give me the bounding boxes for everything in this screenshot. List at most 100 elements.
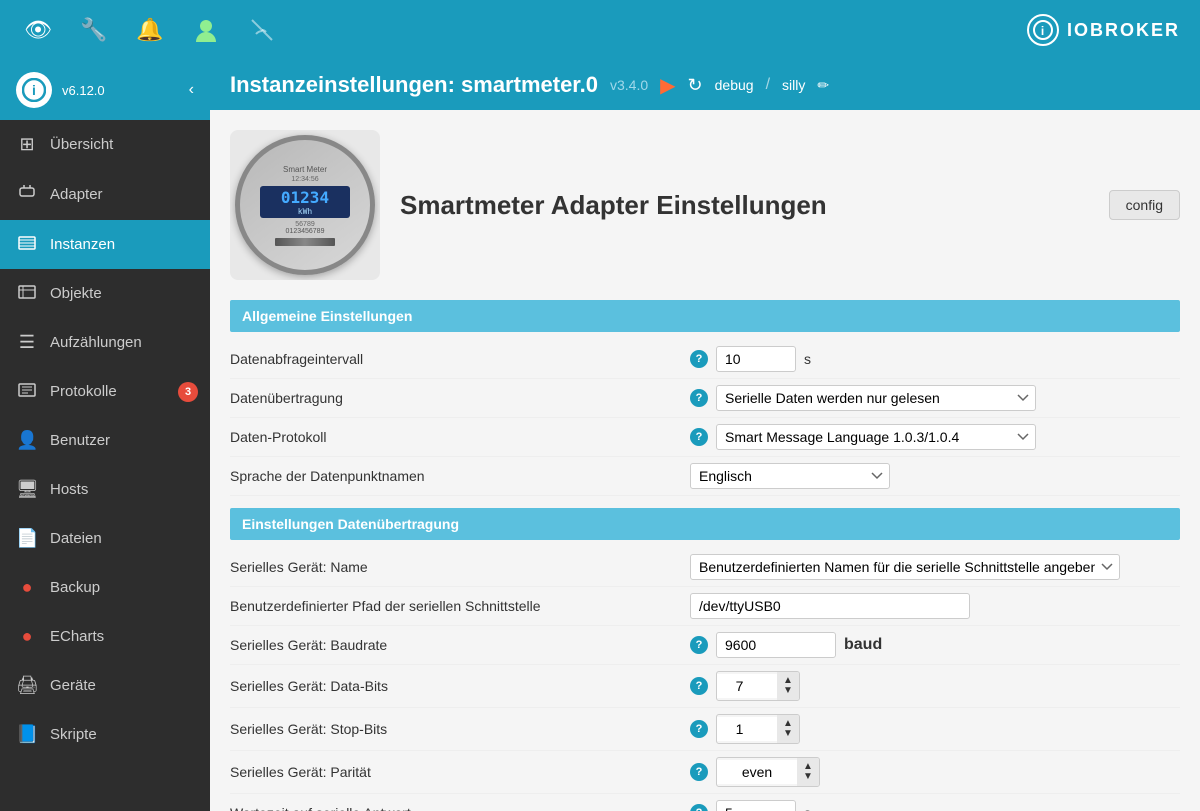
sidebar-item-instanzen[interactable]: Instanzen	[0, 220, 210, 269]
bell-icon[interactable]: 🔔	[132, 12, 168, 48]
wifi-off-icon[interactable]	[244, 12, 280, 48]
help-icon-paritaet[interactable]: ?	[690, 763, 708, 781]
sidebar-logo-icon: i	[16, 72, 52, 108]
adapter-header: Smart Meter 12:34:56 01234 kWh 56789 012…	[230, 130, 1180, 280]
row-paritaet: Serielles Gerät: Parität ? ▲ ▼	[230, 751, 1180, 794]
sidebar-item-echarts[interactable]: ● ECharts	[0, 612, 210, 661]
sidebar-item-protokolle[interactable]: Protokolle 3	[0, 367, 210, 416]
protokolle-badge: 3	[178, 382, 198, 402]
eye-icon[interactable]: 👁	[20, 12, 56, 48]
adapter-icon	[16, 183, 38, 206]
label-datenuebertragung: Datenübertragung	[230, 390, 690, 406]
label-serielles-geraet: Serielles Gerät: Name	[230, 559, 690, 575]
instance-version: v3.4.0	[610, 77, 648, 93]
grid-icon: ⊞	[16, 134, 38, 155]
sidebar-item-backup[interactable]: ● Backup	[0, 563, 210, 612]
meter-visual: Smart Meter 12:34:56 01234 kWh 56789 012…	[235, 135, 375, 275]
input-datenabfrageintervall[interactable]	[716, 346, 796, 372]
help-icon-datenuebertragung[interactable]: ?	[690, 389, 708, 407]
row-wartezeit: Wartezeit auf serielle Antwort ? s	[230, 794, 1180, 811]
sidebar-item-geraete[interactable]: 🖨 Geräte	[0, 661, 210, 710]
adapter-image: Smart Meter 12:34:56 01234 kWh 56789 012…	[230, 130, 380, 280]
wrench-icon[interactable]: 🔧	[76, 12, 112, 48]
stepper-stop-bits-btns[interactable]: ▲ ▼	[777, 715, 799, 743]
sidebar-logo: i v6.12.0 ‹	[0, 60, 210, 120]
label-paritaet: Serielles Gerät: Parität	[230, 764, 690, 780]
help-icon-wartezeit[interactable]: ?	[690, 804, 708, 811]
input-pfad[interactable]	[690, 593, 970, 619]
instanzen-icon	[16, 234, 38, 255]
config-btn[interactable]: config	[1109, 190, 1180, 220]
app-name: IOBROKER	[1067, 20, 1180, 41]
sidebar-label-benutzer: Benutzer	[50, 432, 110, 449]
sidebar-item-skripte[interactable]: 📘 Skripte	[0, 710, 210, 759]
topbar: 👁 🔧 🔔 i IOBROKER	[0, 0, 1200, 60]
instance-reload-btn[interactable]: ↻	[688, 75, 703, 96]
sidebar-label-backup: Backup	[50, 579, 100, 596]
stepper-stop-bits: ▲ ▼	[716, 714, 800, 744]
control-wartezeit: ? s	[690, 800, 1180, 811]
sidebar-label-dateien: Dateien	[50, 530, 102, 547]
sidebar-label-protokolle: Protokolle	[50, 383, 117, 400]
sidebar-item-uebersicht[interactable]: ⊞ Übersicht	[0, 120, 210, 169]
section-datenuebertragung: Einstellungen Datenübertragung	[230, 508, 1180, 540]
row-data-bits: Serielles Gerät: Data-Bits ? ▲ ▼	[230, 665, 1180, 708]
sidebar-label-geraete: Geräte	[50, 677, 96, 694]
input-wartezeit[interactable]	[716, 800, 796, 811]
label-data-bits: Serielles Gerät: Data-Bits	[230, 678, 690, 694]
sidebar-item-aufzaehlungen[interactable]: ☰ Aufzählungen	[0, 318, 210, 367]
label-stop-bits: Serielles Gerät: Stop-Bits	[230, 721, 690, 737]
select-serielles-geraet[interactable]: Benutzerdefinierten Namen für die seriel…	[690, 554, 1120, 580]
help-icon-baudrate[interactable]: ?	[690, 636, 708, 654]
app-logo: i	[1027, 14, 1059, 46]
svg-text:i: i	[32, 82, 36, 98]
instance-header: Instanzeinstellungen: smartmeter.0 v3.4.…	[210, 60, 1200, 110]
sidebar-label-adapter: Adapter	[50, 186, 103, 203]
sidebar-item-objekte[interactable]: Objekte	[0, 269, 210, 318]
sidebar: i v6.12.0 ‹ ⊞ Übersicht Adapter	[0, 60, 210, 811]
input-baudrate[interactable]	[716, 632, 836, 658]
echarts-icon: ●	[16, 626, 38, 647]
control-pfad	[690, 593, 1180, 619]
select-datenuebertragung[interactable]: Serielle Daten werden nur gelesen TCP/IP	[716, 385, 1036, 411]
sidebar-label-echarts: ECharts	[50, 628, 104, 645]
label-datenabfrageintervall: Datenabfrageintervall	[230, 351, 690, 367]
label-sprache: Sprache der Datenpunktnamen	[230, 468, 690, 484]
stepper-paritaet: ▲ ▼	[716, 757, 820, 787]
select-daten-protokoll[interactable]: Smart Message Language 1.0.3/1.0.4 IEC 6…	[716, 424, 1036, 450]
sidebar-item-dateien[interactable]: 📄 Dateien	[0, 514, 210, 563]
main-layout: i v6.12.0 ‹ ⊞ Übersicht Adapter	[0, 60, 1200, 811]
unit-datenabfrageintervall: s	[804, 351, 811, 367]
person-icon[interactable]	[188, 12, 224, 48]
content-area: Instanzeinstellungen: smartmeter.0 v3.4.…	[210, 60, 1200, 811]
row-datenuebertragung: Datenübertragung ? Serielle Daten werden…	[230, 379, 1180, 418]
select-sprache[interactable]: Englisch Deutsch	[690, 463, 890, 489]
sidebar-label-aufzaehlungen: Aufzählungen	[50, 334, 142, 351]
stepper-data-bits-btns[interactable]: ▲ ▼	[777, 672, 799, 700]
stepper-paritaet-btns[interactable]: ▲ ▼	[797, 758, 819, 786]
protokolle-icon	[16, 381, 38, 402]
control-sprache: Englisch Deutsch	[690, 463, 1180, 489]
input-stop-bits[interactable]	[717, 717, 777, 741]
control-serielles-geraet: Benutzerdefinierten Namen für die seriel…	[690, 554, 1180, 580]
sidebar-item-benutzer[interactable]: 👤 Benutzer	[0, 416, 210, 465]
row-datenabfrageintervall: Datenabfrageintervall ? s	[230, 340, 1180, 379]
help-icon-data-bits[interactable]: ?	[690, 677, 708, 695]
input-paritaet[interactable]	[717, 760, 797, 784]
input-data-bits[interactable]	[717, 674, 777, 698]
objekte-icon	[16, 283, 38, 304]
sidebar-item-adapter[interactable]: Adapter	[0, 169, 210, 220]
help-icon-daten-protokoll[interactable]: ?	[690, 428, 708, 446]
control-datenuebertragung: ? Serielle Daten werden nur gelesen TCP/…	[690, 385, 1180, 411]
label-baudrate: Serielles Gerät: Baudrate	[230, 637, 690, 653]
sidebar-label-instanzen: Instanzen	[50, 236, 115, 253]
unit-baudrate: baud	[844, 636, 882, 654]
form-area: Smart Meter 12:34:56 01234 kWh 56789 012…	[210, 110, 1200, 811]
help-icon-stop-bits[interactable]: ?	[690, 720, 708, 738]
instance-edit-btn[interactable]: ✏	[817, 77, 829, 94]
instance-play-btn[interactable]: ▶	[660, 73, 675, 98]
sidebar-item-hosts[interactable]: 🖥 Hosts	[0, 465, 210, 514]
label-wartezeit: Wartezeit auf serielle Antwort	[230, 805, 690, 811]
help-icon-datenabfrageintervall[interactable]: ?	[690, 350, 708, 368]
sidebar-collapse-btn[interactable]: ‹	[189, 81, 194, 99]
